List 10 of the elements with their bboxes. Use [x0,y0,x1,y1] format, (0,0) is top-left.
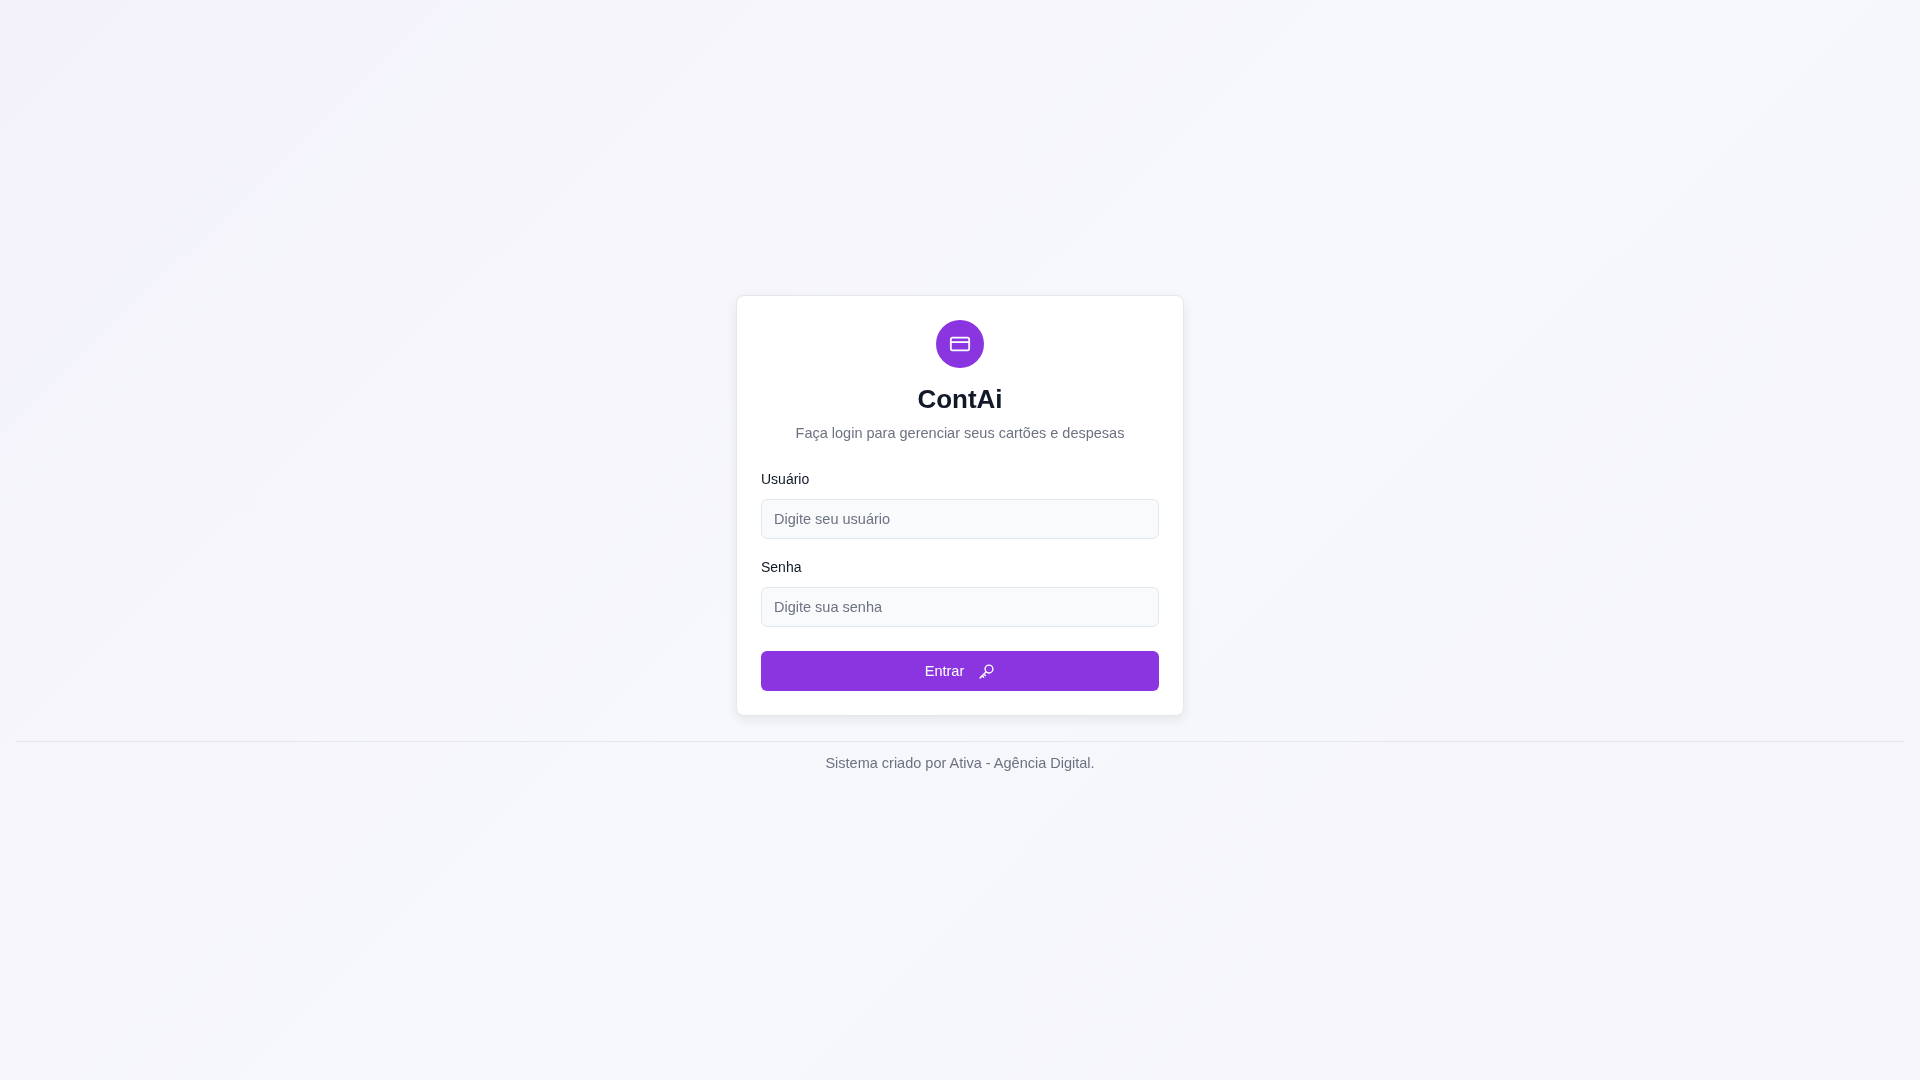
app-title: ContAi [917,384,1003,415]
login-button[interactable]: Entrar [761,651,1159,691]
input-field[interactable]: Digite sua senha [761,587,1159,627]
input-field[interactable]: Digite seu usuário [761,499,1159,539]
credit-card-icon [936,320,984,368]
key-icon [978,662,996,680]
field-label: Usuário [761,471,810,487]
app-subtitle: Faça login para gerenciar seus cartões e despesas [795,425,1125,441]
footer-text: Sistema criado por Ativa - Agência Digital. [825,755,1095,771]
field-label: Senha [761,559,802,575]
